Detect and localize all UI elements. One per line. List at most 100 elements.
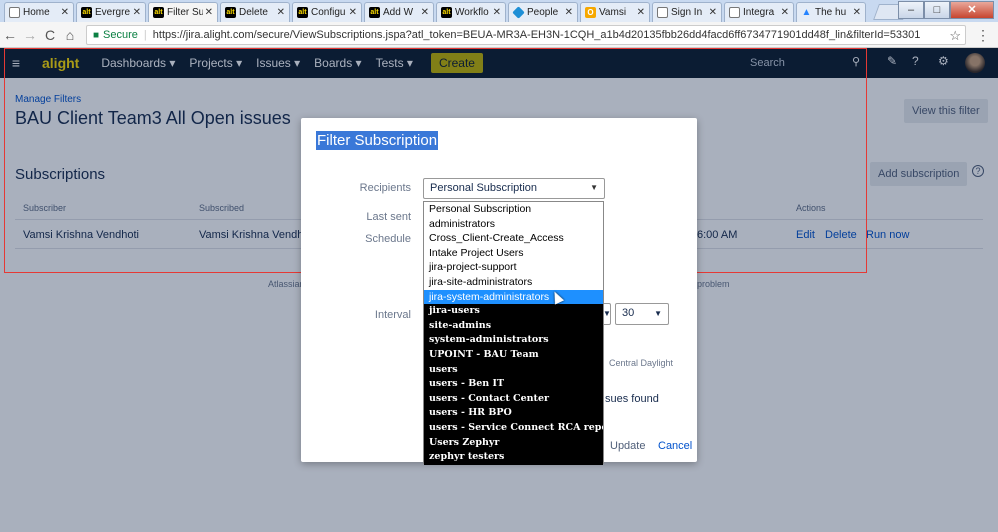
close-tab-icon[interactable]: ✕ (205, 7, 213, 18)
dropdown-option[interactable]: users - Service Connect RCA reporting (424, 420, 603, 436)
bookmark-star-icon[interactable]: ☆ (949, 28, 961, 44)
close-window-button[interactable]: ✕ (950, 1, 994, 19)
dropdown-option[interactable]: jira-system-administrators (424, 289, 603, 305)
url-text: https://jira.alight.com/secure/ViewSubsc… (152, 29, 921, 41)
back-icon[interactable]: ← (0, 27, 20, 43)
dialog-title: Filter Subscription (316, 131, 439, 150)
recipients-select[interactable]: Personal Subscription ▼ (423, 178, 605, 199)
dropdown-option[interactable]: users - Contact Center (424, 391, 603, 407)
home-icon[interactable]: ⌂ (60, 27, 80, 43)
browser-tab[interactable]: People ✕ (508, 2, 578, 22)
atlassian-icon: ▲ (801, 7, 812, 18)
browser-tab[interactable]: alt Add W ✕ (364, 2, 434, 22)
forward-icon[interactable]: → (20, 27, 40, 43)
close-tab-icon[interactable]: ✕ (709, 7, 717, 18)
close-tab-icon[interactable]: ✕ (349, 7, 357, 18)
cancel-link[interactable]: Cancel (658, 440, 692, 452)
browser-tab[interactable]: ▲ The hu ✕ (796, 2, 866, 22)
dropdown-option[interactable]: users (424, 362, 603, 378)
interval-unit-select[interactable]: ▼ (603, 303, 611, 325)
browser-menu-icon[interactable]: ⋮ (976, 27, 990, 44)
dropdown-option[interactable]: jira-site-administrators (424, 275, 603, 290)
dropdown-option[interactable]: administrators (424, 217, 603, 232)
recipients-label: Recipients (359, 182, 411, 194)
tab-label: Evergre (95, 7, 131, 18)
update-button[interactable]: Update (610, 440, 645, 452)
close-tab-icon[interactable]: ✕ (565, 7, 573, 18)
url-input[interactable]: ■ Secure | https://jira.alight.com/secur… (86, 25, 966, 45)
dropdown-option[interactable]: Intake Project Users (424, 246, 603, 261)
alight-icon: alt (225, 7, 236, 18)
window-controls: – □ ✕ (898, 1, 994, 19)
last-sent-label: Last sent (366, 211, 411, 223)
close-tab-icon[interactable]: ✕ (493, 7, 501, 18)
browser-tab[interactable]: alt Evergre ✕ (76, 2, 146, 22)
tab-label: Workflo (455, 7, 489, 18)
dropdown-option[interactable]: users - Ben IT (424, 377, 603, 392)
secure-label: Secure (103, 29, 138, 41)
tab-label: Vamsi (599, 7, 627, 18)
recipients-dropdown-list: Personal Subscription administrators Cross… (423, 201, 604, 465)
tab-label: The hu (815, 7, 847, 18)
tab-label: Configu (311, 7, 346, 18)
interval-label: Interval (374, 309, 411, 321)
interval-minutes-value: 30 (622, 307, 635, 319)
chevron-down-icon: ▼ (590, 183, 598, 192)
alight-icon: alt (153, 7, 164, 18)
timezone-text: Central Daylight (609, 358, 674, 368)
dropdown-option[interactable]: jira-project-support (424, 260, 603, 275)
close-tab-icon[interactable]: ✕ (421, 7, 429, 18)
tab-label: Delete (239, 7, 268, 18)
dropdown-option[interactable]: site-admins (424, 318, 603, 334)
dropdown-option[interactable]: zephyr testers (424, 450, 603, 465)
alight-icon: alt (297, 7, 308, 18)
dropdown-option[interactable]: Users Zephyr (424, 435, 603, 451)
lock-icon: ■ (93, 29, 100, 41)
tab-label: Filter Su (167, 7, 203, 18)
browser-tab[interactable]: alt Configu ✕ (292, 2, 362, 22)
browser-tab[interactable]: Sign In ✕ (652, 2, 722, 22)
close-tab-icon[interactable]: ✕ (61, 7, 69, 18)
browser-tab[interactable]: alt Filter Su ✕ (148, 2, 218, 22)
alight-icon: alt (81, 7, 92, 18)
tab-label: Add W (383, 7, 414, 18)
alight-icon: alt (369, 7, 380, 18)
doc-icon (9, 7, 20, 18)
address-bar: ← → C ⌂ ■ Secure | https://jira.alight.c… (0, 22, 998, 48)
browser-tab[interactable]: alt Delete ✕ (220, 2, 290, 22)
doc-icon (657, 7, 668, 18)
chevron-down-icon: ▼ (654, 309, 662, 318)
outlook-icon: O (585, 7, 596, 18)
interval-minutes-select[interactable]: 30 ▼ (615, 303, 669, 325)
browser-tab[interactable]: alt Workflo ✕ (436, 2, 506, 22)
close-tab-icon[interactable]: ✕ (781, 7, 789, 18)
tab-label: Home (23, 7, 50, 18)
dropdown-option[interactable]: system-administrators (424, 333, 603, 348)
dropdown-option[interactable]: UPOINT - BAU Team (424, 347, 603, 363)
browser-tab-strip: – □ ✕ Home ✕ alt Evergre ✕ alt Filter Su ✕ alt De… (0, 0, 998, 22)
reload-icon[interactable]: C (40, 27, 60, 43)
dropdown-option[interactable]: Personal Subscription (424, 202, 603, 217)
dropdown-option[interactable]: users - HR BPO (424, 406, 603, 421)
jira-page: ≡ alight Dashboards ▾ Projects ▾ Issues … (0, 48, 998, 532)
close-tab-icon[interactable]: ✕ (637, 7, 645, 18)
browser-tab[interactable]: Integra ✕ (724, 2, 794, 22)
issues-found-text: sues found (605, 393, 659, 405)
people-icon (512, 6, 525, 19)
dropdown-option[interactable]: Cross_Client-Create_Access (424, 231, 603, 246)
close-tab-icon[interactable]: ✕ (277, 7, 285, 18)
recipients-value: Personal Subscription (430, 182, 538, 194)
schedule-label: Schedule (365, 233, 411, 245)
doc-icon (729, 7, 740, 18)
minimize-button[interactable]: – (898, 1, 924, 19)
tab-label: Integra (743, 7, 775, 18)
tab-label: People (527, 7, 559, 18)
close-tab-icon[interactable]: ✕ (133, 7, 141, 18)
dropdown-option[interactable]: jira-users (424, 304, 603, 319)
alight-icon: alt (441, 7, 452, 18)
browser-tab[interactable]: Home ✕ (4, 2, 74, 22)
maximize-button[interactable]: □ (924, 1, 950, 19)
browser-tab[interactable]: O Vamsi ✕ (580, 2, 650, 22)
close-tab-icon[interactable]: ✕ (853, 7, 861, 18)
tab-label: Sign In (671, 7, 703, 18)
